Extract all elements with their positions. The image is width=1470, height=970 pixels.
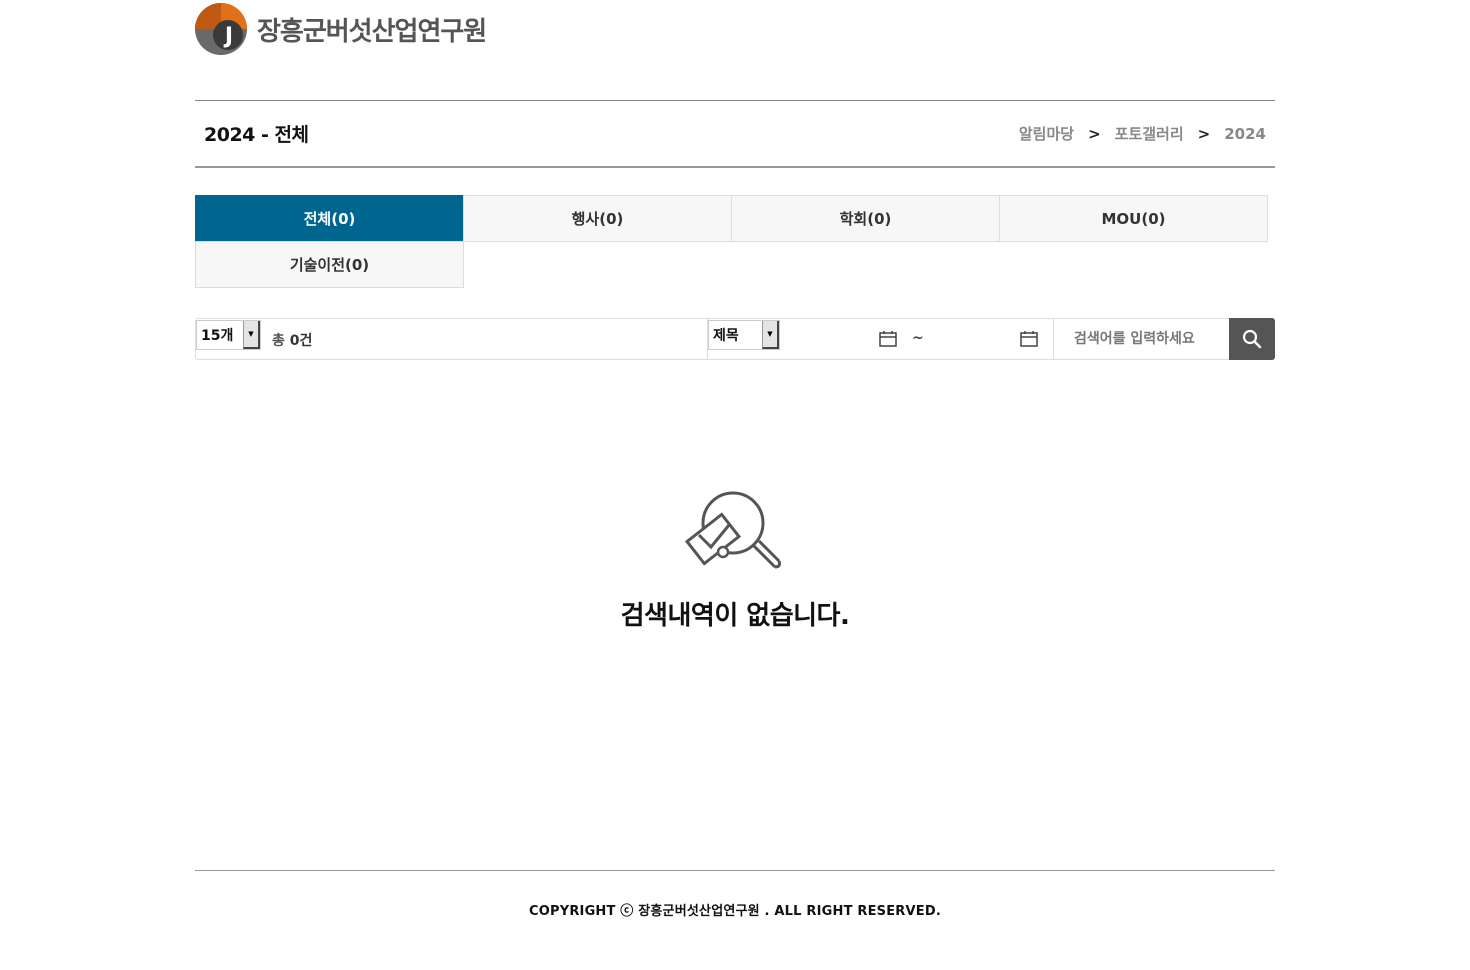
tab-tech-transfer[interactable]: 기술이전(0) [195,241,464,288]
page-size-select[interactable]: 15개 ▼ [196,320,261,350]
date-range-separator: ~ [912,330,924,346]
page-size-value: 15개 [201,328,234,344]
empty-message: 검색내역이 없습니다. [620,601,850,631]
total-count: 총 0건 [272,330,312,350]
footer: COPYRIGHT ⓒ 장흥군버섯산업연구원 . ALL RIGHT RESER… [195,870,1275,950]
tab-all[interactable]: 전체(0) [195,195,464,242]
category-tabs: 전체(0) 행사(0) 학회(0) MOU(0) 기술이전(0) [195,195,1273,288]
chevron-down-icon[interactable]: ▼ [243,321,260,349]
page-title-bar: 2024 - 전체 알림마당 > 포토갤러리 > 2024 [195,100,1275,168]
page-title: 2024 - 전체 [204,124,309,146]
breadcrumb-separator: > [1088,124,1101,143]
search-field-select[interactable]: 제목 ▼ [708,320,780,350]
total-label: 총 [272,333,285,349]
calendar-icon[interactable] [1020,330,1038,347]
search-button[interactable] [1229,318,1275,360]
calendar-icon[interactable] [879,330,897,347]
svg-text:J: J [223,24,233,49]
logo-text: 장흥군버섯산업연구원 [257,16,487,47]
tab-mou[interactable]: MOU(0) [999,195,1268,242]
search-input-placeholder: 검색어를 입력하세요 [1074,331,1195,347]
total-count-value: 0건 [289,333,313,349]
search-bar: 15개 ▼ 총 0건 제목 ▼ ~ 검색어를 입력하세요 [195,318,1275,360]
search-field-value: 제목 [713,328,739,344]
divider [1053,319,1054,359]
chevron-down-icon[interactable]: ▼ [762,321,779,349]
logo-icon: J [195,3,247,55]
copyright-text: COPYRIGHT ⓒ 장흥군버섯산업연구원 . ALL RIGHT RESER… [528,904,941,919]
breadcrumb-item-home[interactable]: 알림마당 [1019,123,1074,144]
breadcrumb-item-current: 2024 [1224,124,1266,143]
tab-event[interactable]: 행사(0) [463,195,732,242]
no-results-icon [685,491,781,569]
breadcrumb: 알림마당 > 포토갤러리 > 2024 [1019,123,1266,144]
site-logo[interactable]: J 장흥군버섯산업연구원 [195,2,487,56]
tab-conference[interactable]: 학회(0) [731,195,1000,242]
search-input[interactable]: 검색어를 입력하세요 [1074,319,1234,359]
breadcrumb-separator: > [1197,124,1211,143]
search-icon [1242,329,1262,349]
breadcrumb-item-gallery[interactable]: 포토갤러리 [1115,123,1184,144]
empty-state: 검색내역이 없습니다. [0,485,1470,632]
